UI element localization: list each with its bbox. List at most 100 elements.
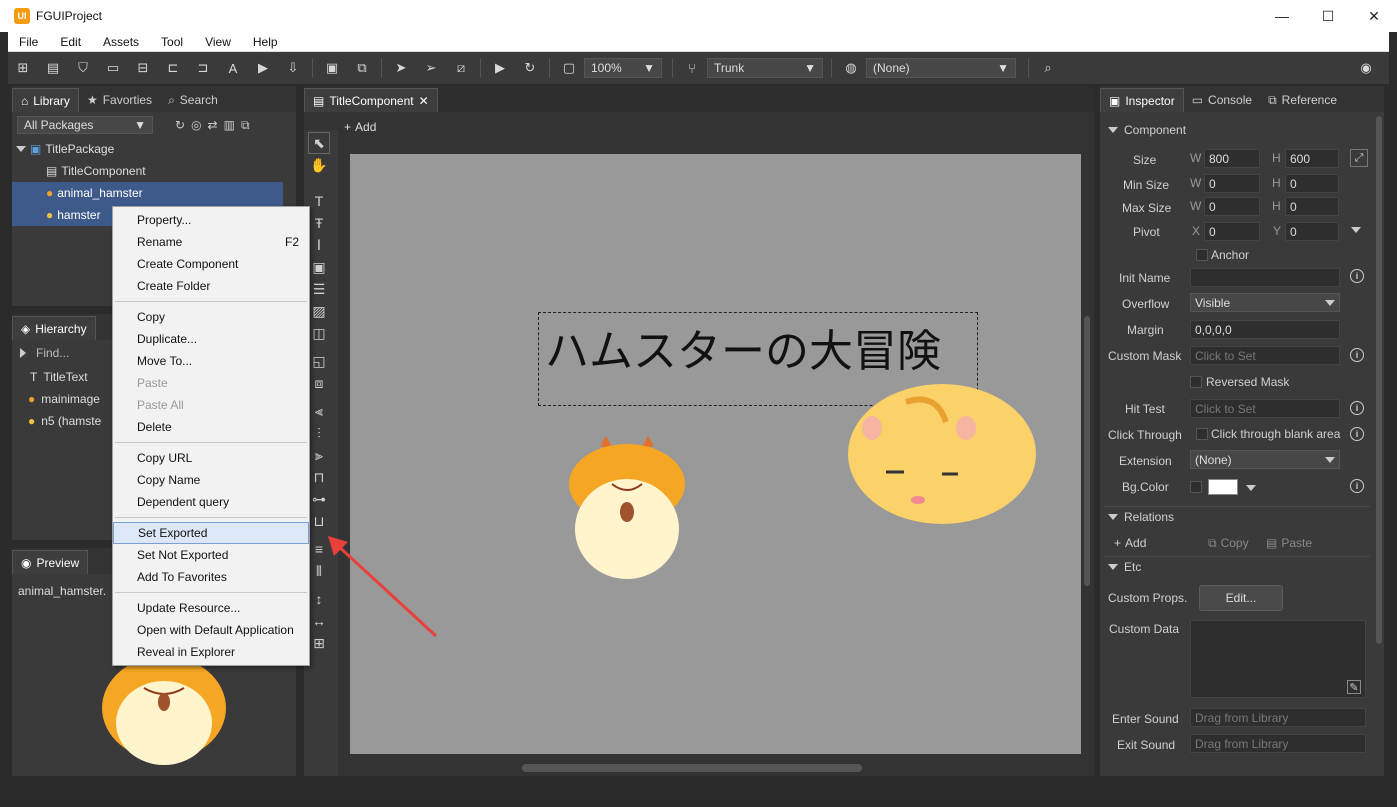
min-w-field[interactable]: 0: [1204, 174, 1260, 193]
bg-color-swatch[interactable]: [1208, 479, 1238, 495]
new-package-icon[interactable]: ⊞: [12, 57, 34, 79]
inputtext-tool-icon[interactable]: Ⅰ: [308, 234, 330, 256]
tab-library[interactable]: ⌂ Library: [12, 88, 79, 112]
relations-section-header[interactable]: Relations: [1108, 510, 1174, 524]
publish-all-icon[interactable]: ➢: [420, 57, 442, 79]
align-center-icon[interactable]: ⫶: [308, 422, 330, 444]
align-middle-icon[interactable]: ⊶: [308, 488, 330, 510]
loader3d-tool-icon[interactable]: ◫: [308, 322, 330, 344]
init-name-field[interactable]: [1190, 268, 1340, 287]
etc-section-header[interactable]: Etc: [1108, 560, 1141, 574]
close-window-button[interactable]: ✕: [1351, 0, 1397, 32]
graph-tool-icon[interactable]: ◱: [308, 350, 330, 372]
ctx-open-default-app[interactable]: Open with Default Application: [113, 619, 309, 641]
new-slider-icon[interactable]: ⊏: [162, 57, 184, 79]
branch-select[interactable]: Trunk ▼: [707, 58, 823, 78]
align-right-icon[interactable]: ⫸: [308, 444, 330, 466]
new-font-icon[interactable]: A: [222, 57, 244, 79]
tab-search[interactable]: ⌕ Search: [160, 88, 226, 112]
vertical-scrollbar[interactable]: [1084, 316, 1090, 586]
enter-sound-field[interactable]: Drag from Library: [1190, 708, 1366, 727]
reversed-mask-checkbox[interactable]: [1190, 376, 1202, 388]
menu-help[interactable]: Help: [242, 35, 289, 49]
search-icon[interactable]: ⌕: [1037, 57, 1059, 79]
pivot-y-field[interactable]: 0: [1285, 222, 1339, 241]
save-icon[interactable]: ▣: [321, 57, 343, 79]
pivot-dropdown-icon[interactable]: [1351, 227, 1361, 233]
maximize-button[interactable]: ☐: [1305, 0, 1351, 32]
max-w-field[interactable]: 0: [1204, 197, 1260, 216]
menu-file[interactable]: File: [8, 35, 49, 49]
ctx-copy-url[interactable]: Copy URL: [113, 447, 309, 469]
relations-paste-button[interactable]: ▤ Paste: [1266, 536, 1312, 550]
ctx-copy[interactable]: Copy: [113, 306, 309, 328]
loader-tool-icon[interactable]: ▨: [308, 300, 330, 322]
text-tool-icon[interactable]: T: [308, 190, 330, 212]
info-icon[interactable]: i: [1350, 427, 1364, 441]
ctx-reveal-in-explorer[interactable]: Reveal in Explorer: [113, 641, 309, 663]
minimize-button[interactable]: —: [1259, 0, 1305, 32]
display-icon[interactable]: ▢: [558, 57, 580, 79]
edit-custom-props-button[interactable]: Edit...: [1199, 585, 1283, 611]
richtext-tool-icon[interactable]: Ŧ: [308, 212, 330, 234]
inspector-scrollbar[interactable]: [1376, 116, 1382, 644]
bg-color-checkbox[interactable]: [1190, 481, 1202, 493]
copy-view-icon[interactable]: ⧉: [241, 118, 250, 133]
image-tool-icon[interactable]: ▣: [308, 256, 330, 278]
menu-view[interactable]: View: [194, 35, 242, 49]
max-h-field[interactable]: 0: [1285, 197, 1339, 216]
ctx-add-to-favorites[interactable]: Add To Favorites: [113, 566, 309, 588]
margin-field[interactable]: 0,0,0,0: [1190, 320, 1340, 339]
swap-icon[interactable]: ⇄: [208, 118, 218, 133]
new-combobox-icon[interactable]: ⊟: [132, 57, 154, 79]
transform-tool-icon[interactable]: ⧈: [308, 372, 330, 394]
tab-titlecomponent[interactable]: ▤ TitleComponent ✕: [304, 88, 438, 112]
tree-item-animal-hamster[interactable]: ● animal_hamster: [12, 182, 283, 204]
custom-mask-field[interactable]: Click to Set: [1190, 346, 1340, 365]
align-bottom-icon[interactable]: ⊔: [308, 510, 330, 532]
ctx-rename[interactable]: Rename F2: [113, 231, 309, 253]
exit-sound-field[interactable]: Drag from Library: [1190, 734, 1366, 753]
info-icon[interactable]: i: [1350, 269, 1364, 283]
user-avatar-icon[interactable]: ◉: [1355, 57, 1377, 79]
locate-icon[interactable]: ◎: [191, 118, 201, 133]
edit-icon[interactable]: ✎: [1347, 680, 1361, 694]
stage-canvas[interactable]: ハムスターの大冒険: [350, 154, 1081, 754]
expand-icon[interactable]: [20, 348, 26, 358]
find-input[interactable]: Find...: [36, 346, 69, 360]
new-scrollbar-icon[interactable]: ⊐: [192, 57, 214, 79]
columns-icon[interactable]: ▥: [224, 118, 235, 133]
new-component-icon[interactable]: ▤: [42, 57, 64, 79]
select-tool-icon[interactable]: ⬉: [308, 132, 330, 154]
ctx-set-exported[interactable]: Set Exported: [113, 522, 309, 544]
tree-item-titlecomponent[interactable]: ▤ TitleComponent: [12, 160, 296, 182]
ctx-property[interactable]: Property...: [113, 209, 309, 231]
overflow-select[interactable]: Visible: [1190, 293, 1340, 312]
click-through-checkbox[interactable]: [1196, 428, 1208, 440]
ctx-create-folder[interactable]: Create Folder: [113, 275, 309, 297]
zoom-select[interactable]: 100% ▼: [584, 58, 662, 78]
import-icon[interactable]: ⇩: [282, 57, 304, 79]
list-tool-icon[interactable]: ☰: [308, 278, 330, 300]
close-tab-icon[interactable]: ✕: [419, 94, 429, 108]
add-controller-button[interactable]: + Add: [344, 120, 376, 134]
align-left-icon[interactable]: ⫷: [308, 400, 330, 422]
pivot-x-field[interactable]: 0: [1204, 222, 1260, 241]
hand-tool-icon[interactable]: ✋: [308, 154, 330, 176]
target-select[interactable]: (None) ▼: [866, 58, 1016, 78]
menu-edit[interactable]: Edit: [49, 35, 92, 49]
relations-add-button[interactable]: + Add: [1114, 536, 1146, 550]
ctx-set-not-exported[interactable]: Set Not Exported: [113, 544, 309, 566]
tab-hierarchy[interactable]: ◈ Hierarchy: [12, 316, 96, 340]
info-icon[interactable]: i: [1350, 401, 1364, 415]
play-icon[interactable]: ▶: [489, 57, 511, 79]
tab-inspector[interactable]: ▣ Inspector: [1100, 88, 1184, 112]
component-section-header[interactable]: Component: [1108, 123, 1186, 137]
size-w-field[interactable]: 800: [1204, 149, 1260, 168]
menu-tool[interactable]: Tool: [150, 35, 194, 49]
align-top-icon[interactable]: ⊓: [308, 466, 330, 488]
tab-favorites[interactable]: ★ Favorties: [79, 88, 160, 112]
package-filter-select[interactable]: All Packages ▼: [17, 116, 153, 134]
publish-settings-icon[interactable]: ⧄: [450, 57, 472, 79]
publish-icon[interactable]: ➤: [390, 57, 412, 79]
